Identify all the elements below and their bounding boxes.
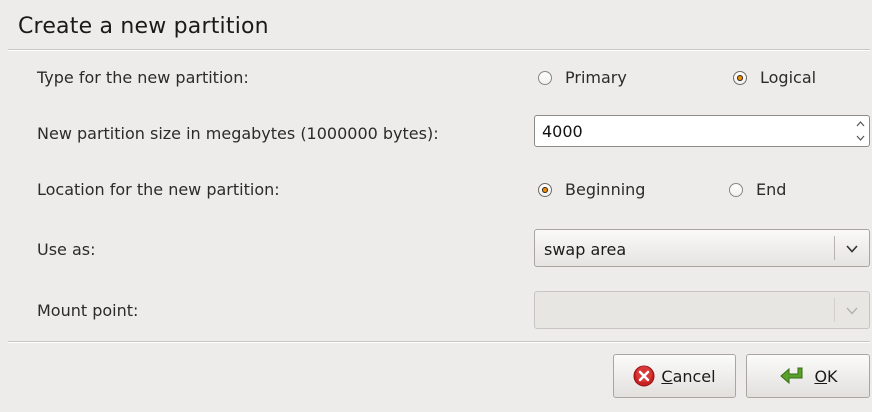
spin-arrows[interactable]	[851, 116, 869, 146]
radio-logical[interactable]: Logical	[733, 68, 816, 87]
radio-primary[interactable]: Primary	[538, 68, 627, 87]
footer-separator	[8, 341, 870, 342]
title-separator	[8, 49, 870, 50]
radio-end[interactable]: End	[729, 180, 786, 199]
spin-down-icon[interactable]	[851, 131, 869, 145]
dialog-title: Create a new partition	[18, 14, 269, 39]
size-value[interactable]: 4000	[542, 122, 583, 141]
combo-divider	[834, 298, 835, 322]
use-as-value: swap area	[544, 240, 627, 259]
use-as-label: Use as:	[37, 240, 96, 259]
create-partition-dialog: Create a new partition Type for the new …	[0, 0, 872, 412]
radio-beginning[interactable]: Beginning	[538, 180, 645, 199]
mount-point-combo[interactable]	[534, 291, 870, 329]
mount-point-label: Mount point:	[37, 301, 139, 320]
radio-logical-indicator[interactable]	[733, 70, 747, 85]
ok-arrow-icon	[780, 367, 803, 385]
chevron-down-icon[interactable]	[844, 304, 860, 318]
ok-label: OK	[814, 366, 838, 386]
type-label: Type for the new partition:	[37, 68, 249, 87]
cancel-icon	[633, 365, 655, 387]
spin-up-icon[interactable]	[851, 117, 869, 131]
size-label: New partition size in megabytes (1000000…	[37, 124, 439, 143]
radio-beginning-indicator[interactable]	[538, 182, 552, 197]
radio-primary-label: Primary	[565, 68, 627, 87]
radio-end-label: End	[756, 180, 787, 199]
location-label: Location for the new partition:	[37, 180, 280, 199]
use-as-combo[interactable]: swap area	[534, 229, 870, 267]
radio-logical-label: Logical	[760, 68, 817, 87]
ok-button[interactable]: OK	[746, 354, 870, 398]
cancel-label: Cancel	[661, 366, 716, 386]
radio-beginning-label: Beginning	[565, 180, 646, 199]
radio-primary-indicator[interactable]	[538, 70, 552, 85]
size-spin-field[interactable]: 4000	[534, 115, 870, 147]
combo-divider	[834, 236, 835, 260]
cancel-button[interactable]: Cancel	[613, 354, 736, 398]
radio-end-indicator[interactable]	[729, 182, 743, 197]
chevron-down-icon[interactable]	[844, 242, 860, 256]
